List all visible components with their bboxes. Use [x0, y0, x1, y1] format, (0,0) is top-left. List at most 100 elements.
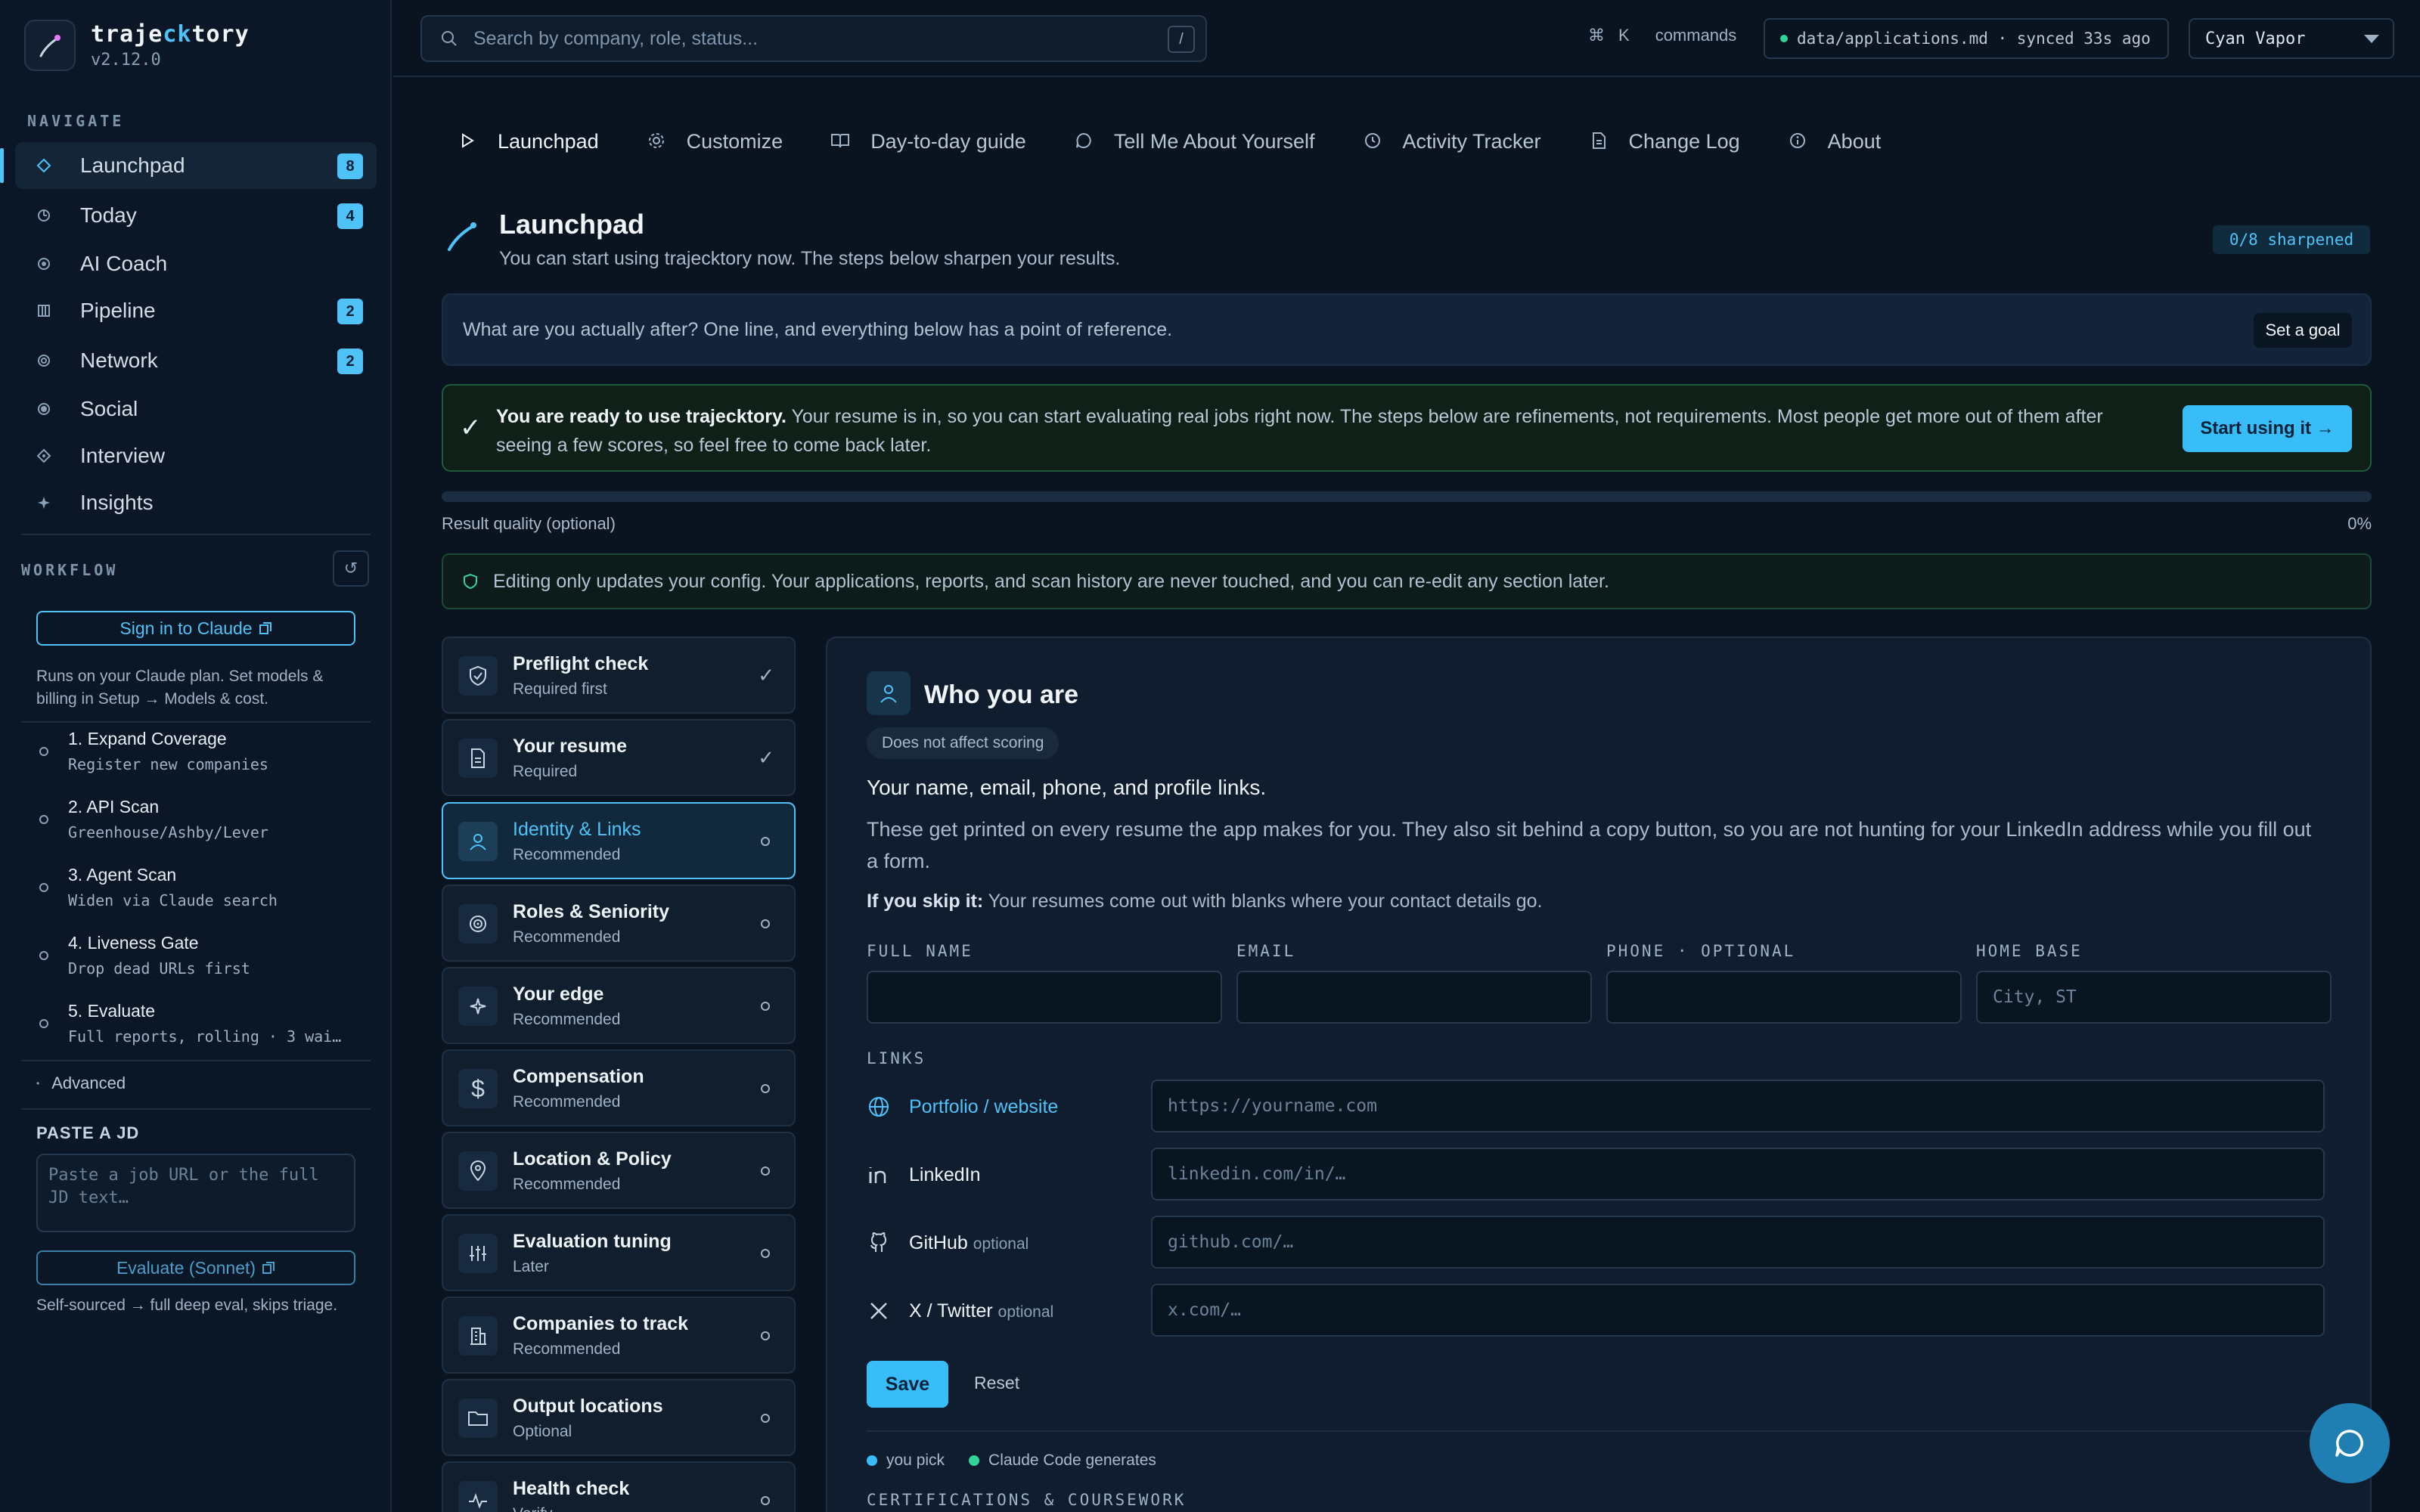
nav-label: Pipeline — [80, 299, 156, 322]
brand[interactable]: trajecktory v2.12.0 — [24, 18, 250, 73]
section-title: Companies to track — [513, 1313, 689, 1334]
workflow-heading: WORKFLOW — [21, 561, 119, 579]
advanced-toggle[interactable]: • Advanced — [36, 1074, 126, 1093]
nav-badge: 2 — [337, 299, 363, 324]
tab-tell-me-about-yourself[interactable]: Tell Me About Yourself — [1073, 113, 1315, 174]
github-placeholder: github.com/… — [1168, 1232, 1294, 1252]
section-location-policy[interactable]: Location & Policy Recommended — [442, 1132, 796, 1209]
pending-icon — [761, 919, 770, 928]
evaluate-note: Self-sourced → full deep eval, skips tri… — [36, 1297, 338, 1314]
pin-icon — [458, 1151, 498, 1191]
sign-in-label: Sign in to Claude — [119, 618, 253, 638]
save-button[interactable]: Save — [867, 1361, 948, 1408]
section-evaluation-tuning[interactable]: Evaluation tuning Later — [442, 1214, 796, 1291]
phone-field[interactable] — [1606, 971, 1962, 1024]
tab-label: Launchpad — [498, 130, 599, 153]
start-using-button[interactable]: Start using it → — [2183, 405, 2352, 452]
tab-about[interactable]: About — [1787, 113, 1881, 174]
user-icon — [458, 822, 498, 861]
section-subtitle: Recommended — [513, 928, 621, 946]
reset-button[interactable]: Reset — [974, 1373, 1019, 1393]
ready-banner: ✓ You are ready to use trajecktory. Your… — [442, 384, 2372, 472]
pending-icon — [761, 1084, 770, 1093]
config-note: Editing only updates your config. Your a… — [442, 553, 2372, 609]
theme-select[interactable]: Cyan Vapor — [2189, 18, 2394, 59]
section-roles-seniority[interactable]: Roles & Seniority Recommended — [442, 885, 796, 962]
section-title: Health check — [513, 1478, 630, 1499]
jd-textarea[interactable]: Paste a job URL or the full JD text… — [36, 1154, 355, 1232]
search-input[interactable]: Search by company, role, status... / — [420, 15, 1207, 62]
nav-item-network[interactable]: Network 2 — [15, 337, 377, 384]
nav-item-launchpad[interactable]: Launchpad 8 — [0, 142, 377, 189]
portfolio-placeholder: https://yourname.com — [1168, 1096, 1377, 1116]
diamond-dot-icon — [33, 445, 54, 466]
command-label: commands — [1655, 26, 1737, 45]
twitter-input[interactable]: x.com/… — [1151, 1284, 2325, 1337]
sparkle-icon — [33, 492, 54, 513]
sync-status[interactable]: data/applications.md · synced 33s ago — [1764, 18, 2169, 59]
sliders-icon — [458, 1234, 498, 1273]
step-title: 5. Evaluate — [68, 1001, 156, 1021]
refresh-button[interactable]: ↺ — [333, 550, 369, 587]
section-health-check[interactable]: Health check Verify — [442, 1461, 796, 1512]
nav-item-ai-coach[interactable]: AI Coach — [15, 240, 377, 287]
clock-icon — [1362, 130, 1383, 151]
section-companies-to-track[interactable]: Companies to track Recommended — [442, 1297, 796, 1374]
email-field[interactable] — [1236, 971, 1592, 1024]
command-palette-hint[interactable]: ⌘ K commands — [1588, 26, 1736, 45]
tab-day-to-day-guide[interactable]: Day-to-day guide — [830, 113, 1026, 174]
full-name-field[interactable] — [867, 971, 1222, 1024]
set-goal-button[interactable]: Set a goal — [2254, 313, 2352, 348]
nav-badge: 8 — [337, 153, 363, 179]
links-heading: LINKS — [867, 1049, 926, 1067]
portfolio-input[interactable]: https://yourname.com — [1151, 1080, 2325, 1132]
section-your-edge[interactable]: Your edge Recommended — [442, 967, 796, 1044]
dot-icon — [33, 398, 54, 420]
workflow-step[interactable]: 1. Expand Coverage Register new companie… — [38, 729, 378, 773]
section-output-locations[interactable]: Output locations Optional — [442, 1379, 796, 1456]
check-icon: ✓ — [758, 746, 774, 769]
workflow-step[interactable]: 4. Liveness Gate Drop dead URLs first — [38, 933, 378, 978]
document-icon — [458, 739, 498, 778]
chat-fab-button[interactable] — [2310, 1403, 2390, 1483]
linkedin-input[interactable]: linkedin.com/in/… — [1151, 1148, 2325, 1201]
linkedin-icon — [867, 1163, 891, 1187]
workflow-step[interactable]: 3. Agent Scan Widen via Claude search — [38, 865, 378, 909]
section-title: Compensation — [513, 1066, 644, 1087]
section-preflight-check[interactable]: Preflight check Required first ✓ — [442, 637, 796, 714]
nav-item-pipeline[interactable]: Pipeline 2 — [15, 287, 377, 334]
section-your-resume[interactable]: Your resume Required ✓ — [442, 719, 796, 796]
identity-panel: Who you are Does not affect scoring Your… — [826, 637, 2372, 1512]
info-icon — [1787, 130, 1808, 151]
tab-change-log[interactable]: Change Log — [1588, 113, 1740, 174]
github-input[interactable]: github.com/… — [1151, 1216, 2325, 1269]
nav-item-insights[interactable]: Insights — [15, 479, 377, 526]
workflow-step[interactable]: 2. API Scan Greenhouse/Ashby/Lever — [38, 797, 378, 841]
tab-customize[interactable]: Customize — [646, 113, 783, 174]
ring-icon — [33, 350, 54, 371]
section-identity-links[interactable]: Identity & Links Recommended — [442, 802, 796, 879]
skip-note: If you skip it: Your resumes come out wi… — [867, 891, 1543, 912]
nav-label: AI Coach — [80, 252, 168, 275]
nav-item-interview[interactable]: Interview — [15, 432, 377, 479]
sidebar-divider — [21, 1108, 371, 1110]
evaluate-button[interactable]: Evaluate (Sonnet) — [36, 1250, 355, 1285]
nav-item-today[interactable]: Today 4 — [15, 192, 377, 239]
tab-activity-tracker[interactable]: Activity Tracker — [1362, 113, 1541, 174]
goal-prompt: What are you actually after? One line, a… — [463, 319, 1173, 340]
pending-icon — [761, 1167, 770, 1176]
section-compensation[interactable]: $ Compensation Recommended — [442, 1049, 796, 1126]
quality-label: Result quality (optional) — [442, 514, 616, 533]
workflow-step[interactable]: 5. Evaluate Full reports, rolling · 3 wa… — [38, 1001, 378, 1046]
sign-in-claude-button[interactable]: Sign in to Claude — [36, 611, 355, 646]
panel-lead: Your name, email, phone, and profile lin… — [867, 776, 1267, 799]
check-icon: ✓ — [460, 414, 482, 442]
step-title: 1. Expand Coverage — [68, 729, 227, 748]
home-base-field[interactable]: City, ST — [1976, 971, 2332, 1024]
nav-item-social[interactable]: Social — [15, 386, 377, 432]
tab-label: Day-to-day guide — [870, 130, 1026, 153]
tab-launchpad[interactable]: Launchpad — [457, 113, 599, 174]
step-subtitle: Widen via Claude search — [68, 891, 278, 909]
pending-icon — [761, 837, 770, 846]
section-title: Identity & Links — [513, 819, 641, 840]
